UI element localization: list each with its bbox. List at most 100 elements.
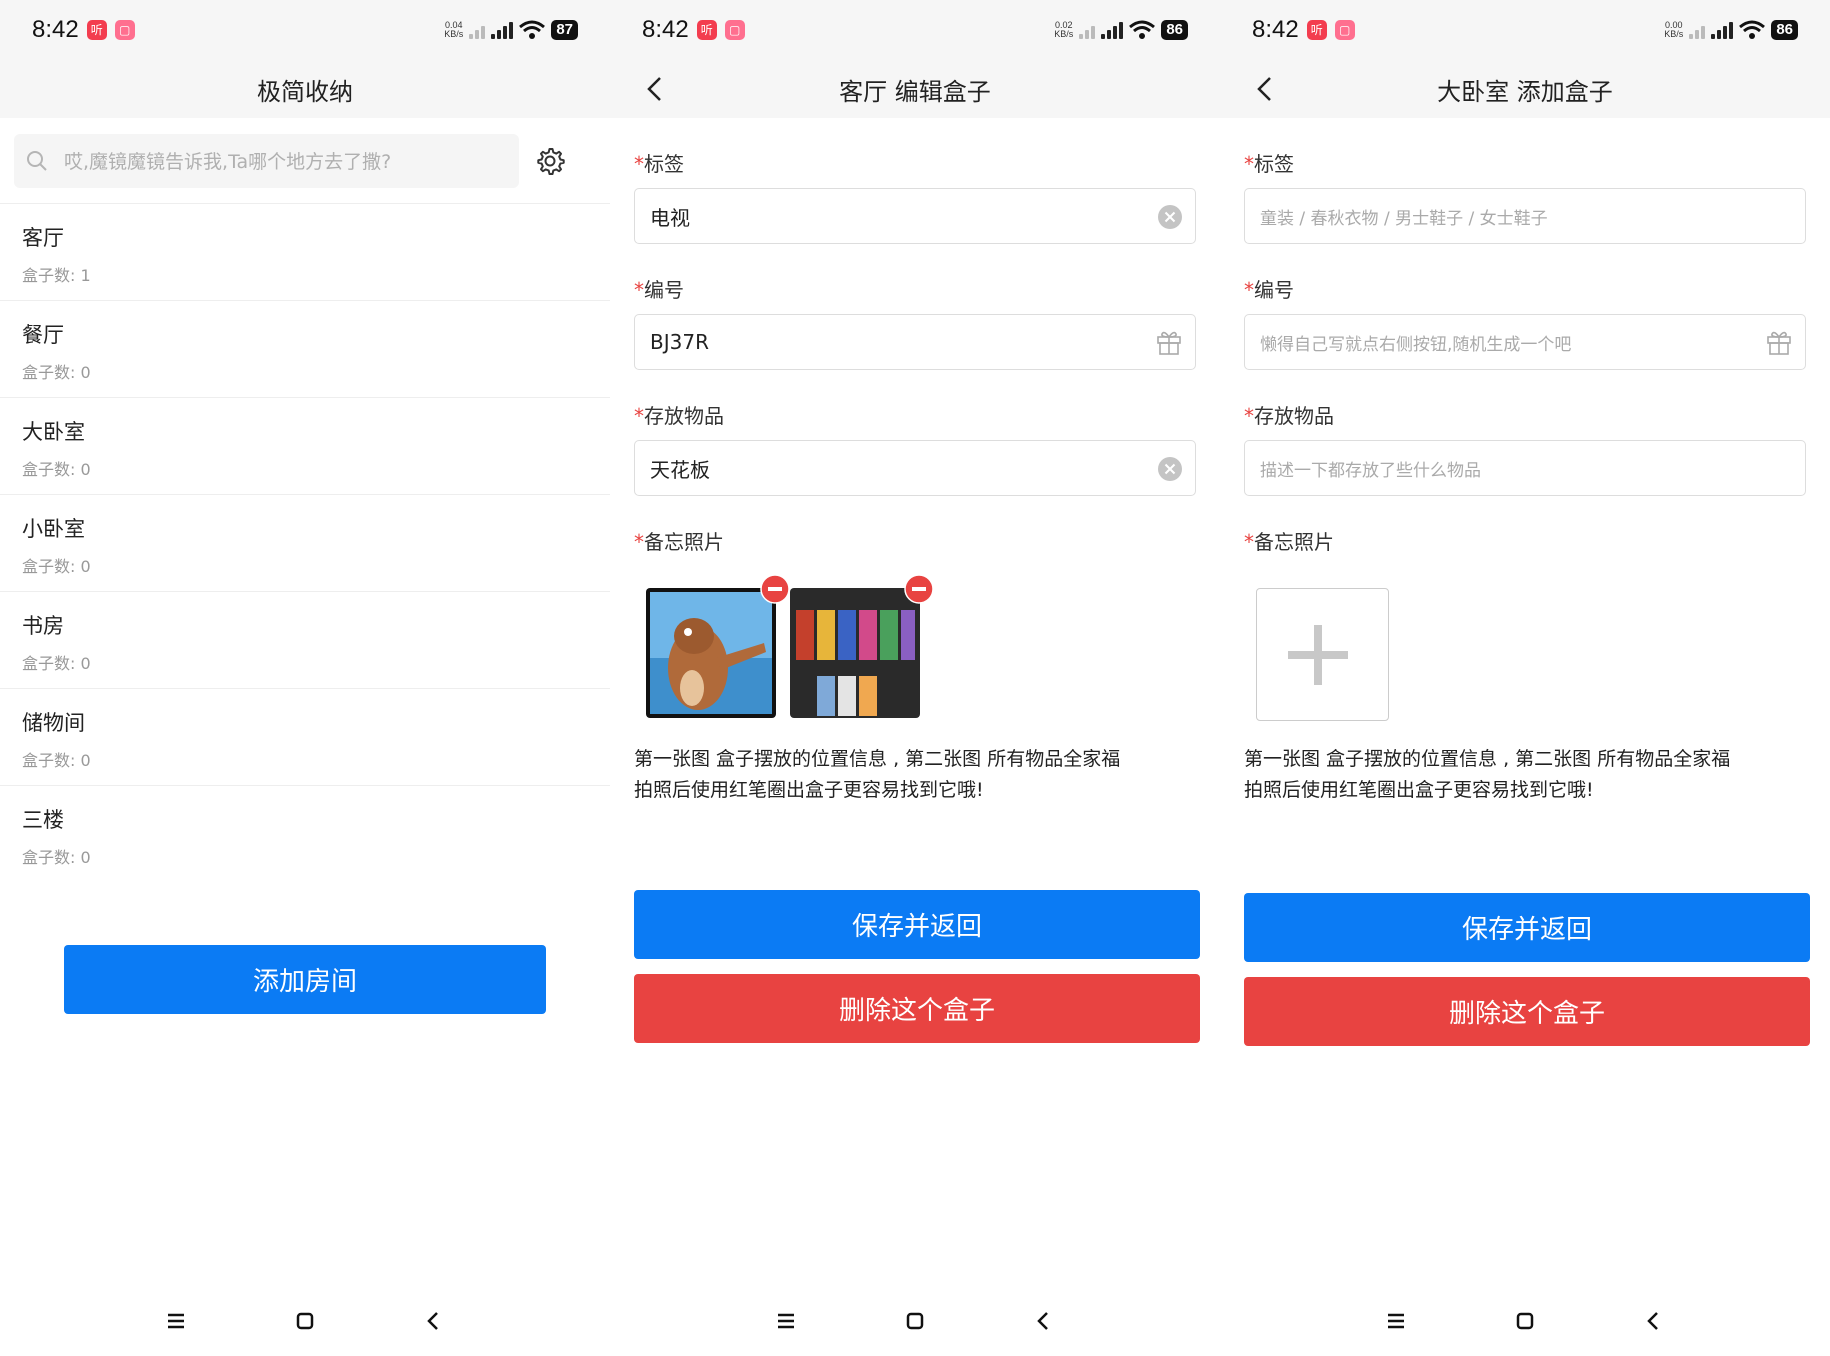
search-icon xyxy=(27,150,47,171)
home-icon[interactable] xyxy=(1513,1309,1537,1333)
wifi-icon xyxy=(1739,20,1766,39)
gift-icon[interactable] xyxy=(1155,328,1183,356)
box-form: *标签 童装 / 春秋衣物 / 男士鞋子 / 女士鞋子 *编号 懒得自己写就点右… xyxy=(1220,148,1830,806)
code-field[interactable]: 懒得自己写就点右侧按钮,随机生成一个吧 xyxy=(1244,314,1806,370)
add-room-button[interactable]: 添加房间 xyxy=(64,945,546,1014)
photo-list xyxy=(634,568,1196,738)
code-label: *编号 xyxy=(1244,278,1294,302)
status-bar: 8:42 听 ▢ 0.00 KB/s 86 xyxy=(1220,0,1830,60)
network-speed: 0.00 KB/s xyxy=(1664,20,1684,39)
network-speed: 0.04 KB/s xyxy=(444,20,464,39)
signal-sim1-icon xyxy=(1711,21,1734,39)
system-nav-bar xyxy=(0,1286,610,1356)
battery-indicator: 86 xyxy=(1161,20,1188,40)
search-input[interactable]: 哎,魔镜魔镜告诉我,Ta哪个地方去了撒? xyxy=(14,133,519,188)
tag-label: *标签 xyxy=(1244,152,1294,176)
items-field[interactable]: 描述一下都存放了些什么物品 xyxy=(1244,440,1806,496)
menu-icon[interactable] xyxy=(1384,1309,1408,1333)
gift-icon[interactable] xyxy=(1765,328,1793,356)
gear-icon[interactable] xyxy=(535,146,565,176)
code-value: BJ37R xyxy=(650,330,709,354)
battery-indicator: 86 xyxy=(1771,20,1798,40)
code-field[interactable]: BJ37R xyxy=(634,314,1196,370)
box-form: *标签 电视 *编号 BJ37R *存放物品 天花板 *备忘照片 第一张图 盒子… xyxy=(610,148,1220,806)
room-name: 大卧室 xyxy=(22,420,85,444)
menu-icon[interactable] xyxy=(164,1309,188,1333)
signal-sim1-icon xyxy=(1101,21,1124,39)
search-row: 哎,魔镜魔镜告诉我,Ta哪个地方去了撒? xyxy=(0,118,610,204)
room-name: 书房 xyxy=(22,614,64,638)
home-icon[interactable] xyxy=(903,1309,927,1333)
room-item[interactable]: 小卧室 盒子数: 0 xyxy=(0,495,610,592)
rooms-screen: 8:42 听 ▢ 0.04 KB/s 87 极简收纳 哎,魔镜魔镜告诉我,Ta哪… xyxy=(0,0,610,1356)
clear-icon[interactable] xyxy=(1157,456,1183,482)
back-icon[interactable] xyxy=(1250,74,1280,104)
room-item[interactable]: 三楼 盒子数: 0 xyxy=(0,786,610,883)
clear-icon[interactable] xyxy=(1157,204,1183,230)
tag-label: *标签 xyxy=(634,152,684,176)
listen-app-icon: 听 xyxy=(86,20,107,40)
room-item[interactable]: 储物间 盒子数: 0 xyxy=(0,689,610,786)
header: 大卧室 添加盒子 xyxy=(1220,60,1830,118)
signal-sim2-icon xyxy=(1689,21,1706,39)
code-label: *编号 xyxy=(634,278,684,302)
room-item[interactable]: 餐厅 盒子数: 0 xyxy=(0,301,610,398)
room-name: 三楼 xyxy=(22,808,64,832)
room-item[interactable]: 大卧室 盒子数: 0 xyxy=(0,398,610,495)
signal-sim1-icon xyxy=(491,21,514,39)
system-nav-bar xyxy=(1220,1286,1830,1356)
room-name: 小卧室 xyxy=(22,517,85,541)
back-icon[interactable] xyxy=(640,74,670,104)
room-list: 客厅 盒子数: 1 餐厅 盒子数: 0 大卧室 盒子数: 0 小卧室 盒子数: … xyxy=(0,204,610,883)
code-placeholder: 懒得自己写就点右侧按钮,随机生成一个吧 xyxy=(1260,334,1572,355)
room-name: 客厅 xyxy=(22,226,64,250)
room-box-count: 盒子数: 1 xyxy=(22,266,91,285)
items-placeholder: 描述一下都存放了些什么物品 xyxy=(1260,460,1481,481)
photo-thumbnail[interactable] xyxy=(646,588,776,718)
tag-field[interactable]: 电视 xyxy=(634,188,1196,244)
home-icon[interactable] xyxy=(293,1309,317,1333)
network-speed: 0.02 KB/s xyxy=(1054,20,1074,39)
signal-sim2-icon xyxy=(469,21,486,39)
page-title: 极简收纳 xyxy=(257,77,353,106)
save-button[interactable]: 保存并返回 xyxy=(1244,893,1810,962)
room-item[interactable]: 书房 盒子数: 0 xyxy=(0,592,610,689)
status-time: 8:42 xyxy=(1252,16,1299,43)
tv-app-icon: ▢ xyxy=(114,20,135,40)
add-box-screen: 8:42 听 ▢ 0.00 KB/s 86 大卧室 添加盒子 *标签 童装 / … xyxy=(1220,0,1830,1356)
back-nav-icon[interactable] xyxy=(1032,1309,1056,1333)
page-title: 大卧室 添加盒子 xyxy=(1437,77,1613,106)
menu-icon[interactable] xyxy=(774,1309,798,1333)
photo-list xyxy=(1244,568,1806,738)
photos-label: *备忘照片 xyxy=(1244,530,1334,554)
listen-app-icon: 听 xyxy=(696,20,717,40)
items-field[interactable]: 天花板 xyxy=(634,440,1196,496)
remove-photo-icon[interactable] xyxy=(904,574,934,604)
tag-field[interactable]: 童装 / 春秋衣物 / 男士鞋子 / 女士鞋子 xyxy=(1244,188,1806,244)
edit-box-screen: 8:42 听 ▢ 0.02 KB/s 86 客厅 编辑盒子 *标签 电视 *编号… xyxy=(610,0,1220,1356)
wifi-icon xyxy=(1129,20,1156,39)
poster-grid-photo xyxy=(790,588,920,718)
back-nav-icon[interactable] xyxy=(1642,1309,1666,1333)
delete-button[interactable]: 删除这个盒子 xyxy=(1244,977,1810,1046)
page-title: 客厅 编辑盒子 xyxy=(839,77,991,106)
save-button[interactable]: 保存并返回 xyxy=(634,890,1200,959)
back-nav-icon[interactable] xyxy=(422,1309,446,1333)
room-item[interactable]: 客厅 盒子数: 1 xyxy=(0,204,610,301)
system-nav-bar xyxy=(610,1286,1220,1356)
status-bar: 8:42 听 ▢ 0.04 KB/s 87 xyxy=(0,0,610,60)
header: 客厅 编辑盒子 xyxy=(610,60,1220,118)
add-photo-button[interactable] xyxy=(1256,588,1389,721)
photo-hint: 第一张图 盒子摆放的位置信息 , 第二张图 所有物品全家福 拍照后使用红笔圈出盒… xyxy=(634,748,1121,801)
photo-thumbnail[interactable] xyxy=(790,588,920,718)
header: 极简收纳 xyxy=(0,60,610,118)
remove-photo-icon[interactable] xyxy=(760,574,790,604)
delete-button[interactable]: 删除这个盒子 xyxy=(634,974,1200,1043)
listen-app-icon: 听 xyxy=(1306,20,1327,40)
items-label: *存放物品 xyxy=(1244,404,1334,428)
room-box-count: 盒子数: 0 xyxy=(22,751,91,770)
room-box-count: 盒子数: 0 xyxy=(22,557,91,576)
items-value: 天花板 xyxy=(650,457,710,482)
photos-label: *备忘照片 xyxy=(634,530,724,554)
cartoon-photo xyxy=(646,588,776,718)
